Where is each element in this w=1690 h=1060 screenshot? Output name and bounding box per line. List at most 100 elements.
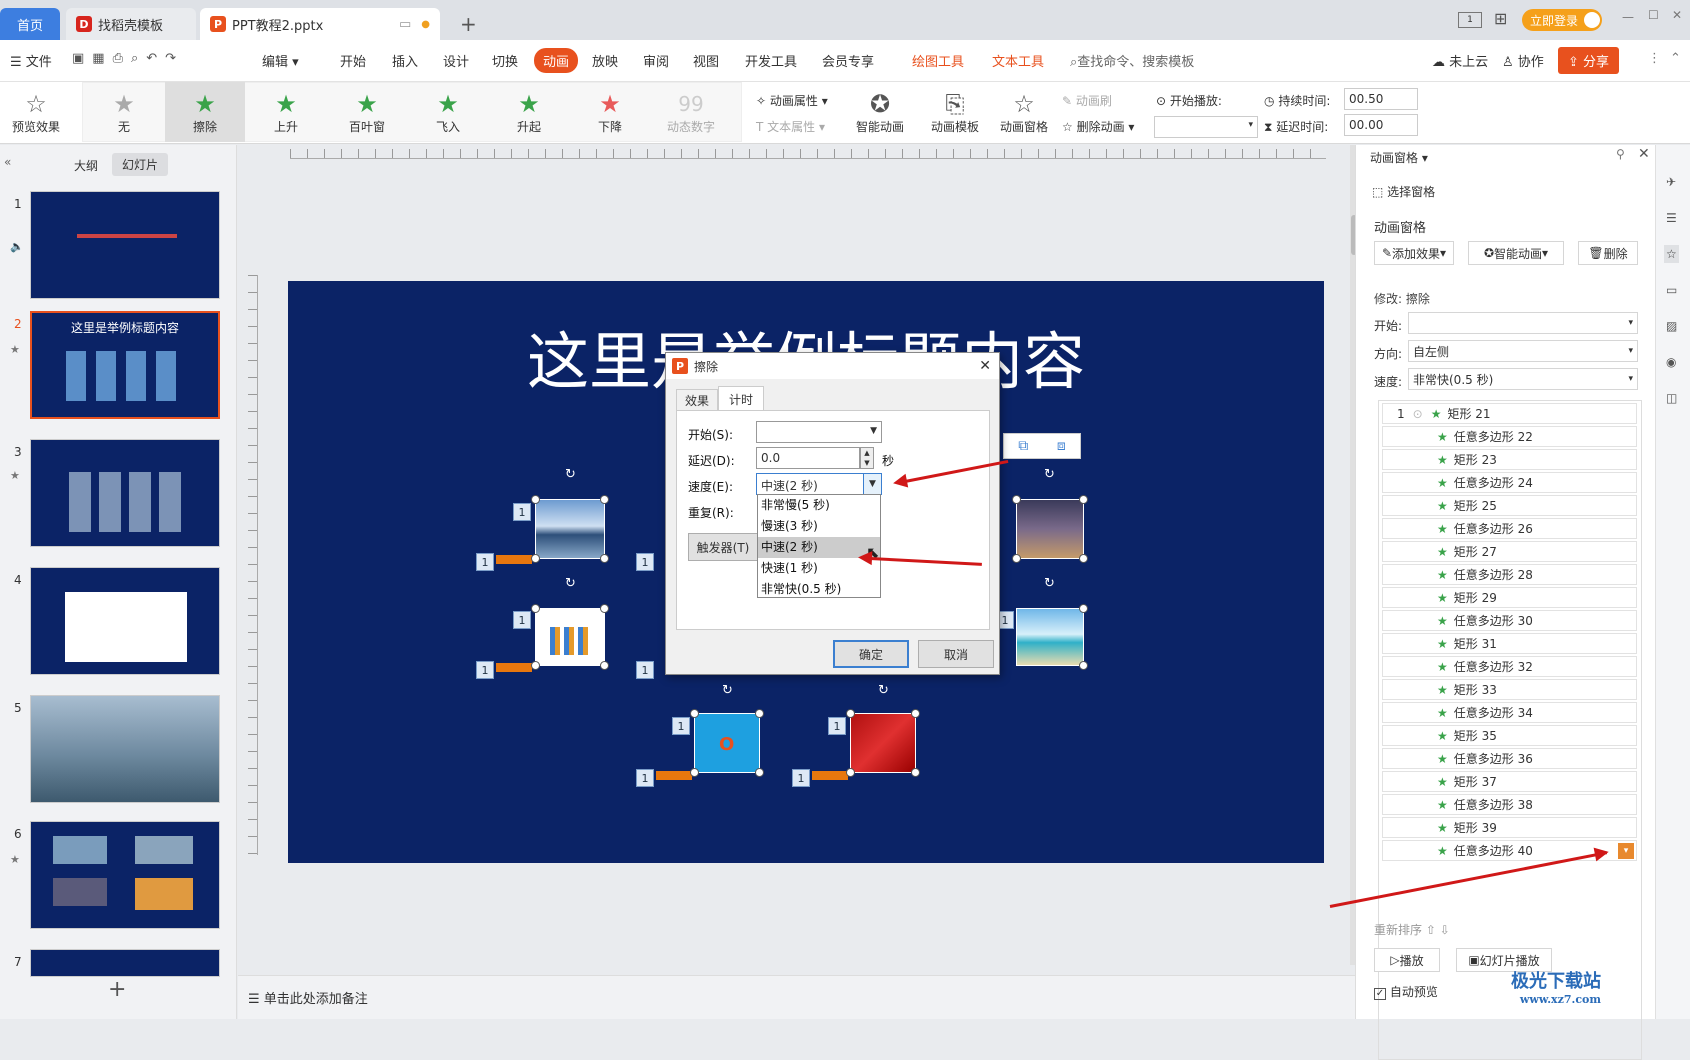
list-item[interactable]: ★ 任意多边形 32 [1382,656,1637,677]
resize-handle[interactable] [600,661,609,670]
menu-design[interactable]: 设计 [443,51,469,70]
effect-dynamic-number[interactable]: 99 动态数字 [651,82,731,142]
rotate-handle-icon[interactable]: ↻ [878,683,889,698]
comment-icon[interactable]: ▭ [1666,283,1677,297]
menu-view[interactable]: 视图 [693,51,719,70]
menu-animation[interactable]: 动画 [534,48,579,73]
rotate-handle-icon[interactable]: ↻ [565,576,576,591]
tab-effect[interactable]: 效果 [676,389,718,411]
menu-devtools[interactable]: 开发工具 [745,51,797,70]
start-play-select[interactable]: ▾ [1154,116,1258,138]
office-logo-image[interactable]: O [694,713,760,773]
floating-toolbar[interactable]: ⧉ ⧈ [1003,433,1081,459]
effect-wipe[interactable]: ★ 擦除 [165,82,245,142]
resize-handle[interactable] [1079,661,1088,670]
anim-pane-button[interactable]: ☆ 动画窗格 [994,82,1054,142]
resize-handle[interactable] [600,604,609,613]
start-select[interactable]: ▾ [1408,312,1638,334]
resize-handle[interactable] [1079,495,1088,504]
delete-button[interactable]: 🗑 删除 [1578,241,1638,265]
anim-props-button[interactable]: ✧ 动画属性 ▾ [756,92,828,109]
pin-icon[interactable]: ⚲ [1616,147,1625,161]
chevron-down-icon[interactable]: ▼ [863,474,881,494]
effect-descend[interactable]: ★ 下降 [570,82,650,142]
menu-slideshow[interactable]: 放映 [592,51,618,70]
list-item[interactable]: ★ 矩形 31 [1382,633,1637,654]
speed-option-slow[interactable]: 慢速(3 秒) [758,516,880,537]
resize-handle[interactable] [531,495,540,504]
resize-handle[interactable] [531,604,540,613]
list-item[interactable]: ★ 任意多边形 34 [1382,702,1637,723]
city-night-image[interactable] [1016,499,1084,559]
resize-handle[interactable] [846,709,855,718]
select-pane-link[interactable]: ⬚ 选择窗格 [1372,183,1435,200]
list-item[interactable]: ★ 矩形 29 [1382,587,1637,608]
list-item[interactable]: ★ 任意多边形 30 [1382,610,1637,631]
rotate-handle-icon[interactable]: ↻ [1044,467,1055,482]
red-curtain-image[interactable] [850,713,916,773]
tab-file[interactable]: P PPT教程2.pptx ▭ ● [200,8,440,40]
cancel-button[interactable]: 取消 [918,640,994,668]
cloud-status[interactable]: ☁ 未上云 [1432,51,1488,70]
effect-blinds[interactable]: ★ 百叶窗 [327,82,407,142]
speed-option-very-slow[interactable]: 非常慢(5 秒) [758,495,880,516]
list-item[interactable]: ★ 任意多边形 24 [1382,472,1637,493]
dialog-close-icon[interactable]: ✕ [979,358,991,374]
text-props-button[interactable]: T 文本属性 ▾ [756,118,825,135]
menu-member[interactable]: 会员专享 [822,51,874,70]
more-icon[interactable]: ⋮ [1648,51,1661,66]
menu-start[interactable]: 开始 [340,51,366,70]
slide-thumb-4[interactable] [30,567,220,675]
smart-anim-button[interactable]: ✪ 智能动画 [850,82,910,142]
quick-access-icons[interactable]: ▣▦⎙⌕↶↷ [72,51,184,66]
command-search[interactable]: ⌕查找命令、搜索模板 [1070,51,1194,70]
menu-review[interactable]: 审阅 [643,51,669,70]
resize-handle[interactable] [531,554,540,563]
login-button[interactable]: 立即登录 [1522,9,1602,31]
list-item[interactable]: ★ 矩形 25 [1382,495,1637,516]
list-item[interactable]: ★ 任意多边形 26 [1382,518,1637,539]
anim-template-button[interactable]: ⎘ 动画模板 [922,82,988,142]
list-item[interactable]: ★ 矩形 33 [1382,679,1637,700]
rotate-handle-icon[interactable]: ↻ [565,467,576,482]
menu-edit[interactable]: 编辑 ▾ [262,51,299,70]
effect-ascend[interactable]: ★ 升起 [489,82,569,142]
close-pane-icon[interactable]: ✕ [1638,146,1650,162]
minimize-icon[interactable]: — [1622,10,1634,24]
add-effect-button[interactable]: ✎ 添加效果 ▾ [1374,241,1454,265]
move-down-icon[interactable]: ⇩ [1440,923,1450,937]
duration-input[interactable]: 00.50 [1344,88,1418,110]
pane-header[interactable]: 动画窗格 ▾ [1370,149,1428,166]
play-button[interactable]: ▷ 播放 [1374,948,1440,972]
menu-transition[interactable]: 切换 [492,51,518,70]
list-item[interactable]: ★ 任意多边形 28 [1382,564,1637,585]
slide-thumb-2[interactable]: 这里是举例标题内容 [30,311,220,419]
menu-file[interactable]: ☰ 文件 [10,51,52,70]
delay-spinner[interactable]: ▲ ▼ [860,447,874,469]
start-select[interactable]: ▼ [756,421,882,443]
preview-effect-button[interactable]: ☆ 预览效果 [4,82,68,142]
delay-input[interactable]: 00.00 [1344,114,1418,136]
resize-handle[interactable] [755,768,764,777]
effect-fly-in[interactable]: ★ 飞入 [408,82,488,142]
list-item[interactable]: ★ 矩形 27 [1382,541,1637,562]
book-icon[interactable]: ◫ [1666,391,1677,405]
tab-outline[interactable]: 大纲 [74,157,98,174]
list-item[interactable]: ★ 任意多边形 38 [1382,794,1637,815]
list-item[interactable]: ★ 任意多边形 36 [1382,748,1637,769]
resize-handle[interactable] [911,768,920,777]
mountain-image[interactable] [535,499,605,559]
slide-thumb-1[interactable] [30,191,220,299]
bar-chart-image[interactable] [535,608,605,666]
speed-select[interactable]: 非常快(0.5 秒) ▾ [1408,368,1638,390]
tab-timing[interactable]: 计时 [718,386,764,411]
sliders-icon[interactable]: ☰ [1666,211,1677,225]
resize-handle[interactable] [690,768,699,777]
layout-icon[interactable]: 1 [1458,12,1482,28]
resize-handle[interactable] [600,495,609,504]
new-tab-button[interactable]: + [450,8,480,40]
beach-image[interactable] [1016,608,1084,666]
resize-handle[interactable] [690,709,699,718]
resize-handle[interactable] [1079,604,1088,613]
menu-drawing-tools[interactable]: 绘图工具 [912,51,964,70]
